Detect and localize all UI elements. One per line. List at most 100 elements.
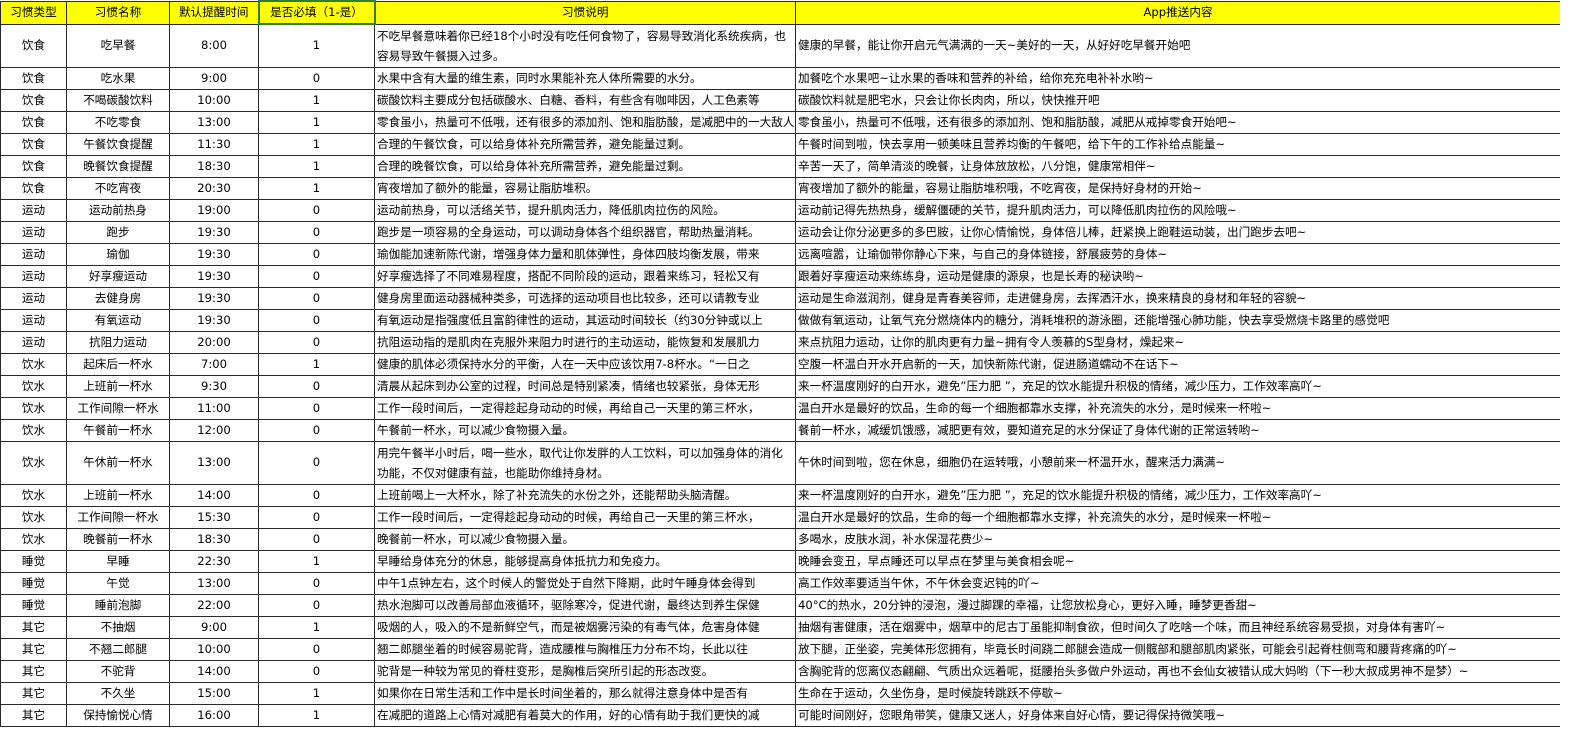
cell-default-time[interactable]: 19:30	[169, 286, 259, 310]
cell-description[interactable]: 水果中含有大量的维生素，同时水果能补充人体所需要的水分。	[374, 66, 796, 90]
cell-habit-type[interactable]: 饮水	[0, 396, 67, 420]
cell-habit-type[interactable]: 饮水	[0, 352, 67, 376]
cell-required[interactable]: 1	[258, 615, 375, 639]
cell-description[interactable]: 合理的午餐饮食，可以给身体补充所需营养，避免能量过剩。	[374, 132, 796, 156]
cell-habit-name[interactable]: 午休前一杯水	[66, 440, 170, 485]
cell-required[interactable]: 0	[258, 286, 375, 310]
cell-description[interactable]: 好享瘦选择了不同难易程度，搭配不同阶段的运动，跟着来练习，轻松又有	[374, 264, 796, 288]
cell-default-time[interactable]: 20:00	[169, 330, 259, 354]
cell-required[interactable]: 0	[258, 308, 375, 332]
cell-habit-name[interactable]: 去健身房	[66, 286, 170, 310]
cell-habit-name[interactable]: 不吃宵夜	[66, 176, 170, 200]
cell-push-content[interactable]: 运动是生命滋润剂，健身是青春美容师，走进健身房，去挥洒汗水，换来精良的身材和年轻…	[795, 286, 1561, 310]
cell-habit-type[interactable]: 饮水	[0, 374, 67, 398]
cell-default-time[interactable]: 14:00	[169, 483, 259, 507]
cell-habit-type[interactable]: 饮水	[0, 440, 67, 485]
cell-default-time[interactable]: 15:00	[169, 681, 259, 705]
cell-required[interactable]: 0	[258, 571, 375, 595]
cell-default-time[interactable]: 15:30	[169, 505, 259, 529]
cell-habit-name[interactable]: 上班前一杯水	[66, 483, 170, 507]
cell-habit-name[interactable]: 抗阻力运动	[66, 330, 170, 354]
cell-default-time[interactable]: 16:00	[169, 703, 259, 727]
cell-default-time[interactable]: 7:00	[169, 352, 259, 376]
cell-required[interactable]: 0	[258, 66, 375, 90]
cell-description[interactable]: 运动前热身，可以活络关节，提升肌肉活力，降低肌肉拉伤的风险。	[374, 198, 796, 222]
cell-habit-name[interactable]: 运动前热身	[66, 198, 170, 222]
cell-required[interactable]: 0	[258, 220, 375, 244]
cell-habit-type[interactable]: 睡觉	[0, 593, 67, 617]
cell-push-content[interactable]: 运动会让你分泌更多的多巴胺，让你心情愉悦，身体倍儿棒，赶紧换上跑鞋运动装，出门跑…	[795, 220, 1561, 244]
cell-description[interactable]: 工作一段时间后，一定得趁起身动动的时候，再给自己一天里的第三杯水，	[374, 396, 796, 420]
cell-default-time[interactable]: 19:30	[169, 242, 259, 266]
cell-description[interactable]: 如果你在日常生活和工作中是长时间坐着的，那么就得注意身体中是否有	[374, 681, 796, 705]
cell-default-time[interactable]: 11:00	[169, 396, 259, 420]
cell-push-content[interactable]: 生命在于运动，久坐伤身，是时候旋转跳跃不停歇~	[795, 681, 1561, 705]
cell-habit-type[interactable]: 饮水	[0, 527, 67, 551]
cell-required[interactable]: 1	[258, 352, 375, 376]
cell-habit-type[interactable]: 运动	[0, 286, 67, 310]
cell-required[interactable]: 1	[258, 681, 375, 705]
cell-habit-name[interactable]: 保持愉悦心情	[66, 703, 170, 727]
cell-push-content[interactable]: 加餐吃个水果吧~让水果的香味和营养的补给，给你充充电补补水哟~	[795, 66, 1561, 90]
cell-required[interactable]: 0	[258, 527, 375, 551]
cell-required[interactable]: 0	[258, 418, 375, 442]
cell-description[interactable]: 上班前喝上一大杯水，除了补充流失的水份之外，还能帮助头脑清醒。	[374, 483, 796, 507]
cell-habit-type[interactable]: 饮食	[0, 66, 67, 90]
cell-habit-name[interactable]: 有氧运动	[66, 308, 170, 332]
cell-habit-name[interactable]: 好享瘦运动	[66, 264, 170, 288]
cell-description[interactable]: 晚餐前一杯水，可以减少食物摄入量。	[374, 527, 796, 551]
cell-push-content[interactable]: 餐前一杯水，减缓饥饿感，减肥更有效，要知道充足的水分保证了身体代谢的正常运转哟~	[795, 418, 1561, 442]
cell-default-time[interactable]: 19:30	[169, 264, 259, 288]
header-habit-type[interactable]: 习惯类型	[0, 0, 67, 25]
cell-description[interactable]: 健康的肌体必须保持水分的平衡，人在一天中应该饮用7-8杯水。“一日之	[374, 352, 796, 376]
cell-required[interactable]: 1	[258, 549, 375, 573]
cell-habit-type[interactable]: 饮水	[0, 505, 67, 529]
cell-push-content[interactable]: 高工作效率要适当午休，不午休会变迟钝的吖~	[795, 571, 1561, 595]
cell-habit-name[interactable]: 跑步	[66, 220, 170, 244]
cell-default-time[interactable]: 22:00	[169, 593, 259, 617]
cell-description[interactable]: 工作一段时间后，一定得趁起身动动的时候，再给自己一天里的第三杯水，	[374, 505, 796, 529]
cell-required[interactable]: 1	[258, 154, 375, 178]
cell-push-content[interactable]: 跟着好享瘦运动来练练身，运动是健康的源泉，也是长寿的秘诀哟~	[795, 264, 1561, 288]
cell-required[interactable]: 0	[258, 198, 375, 222]
cell-habit-name[interactable]: 睡前泡脚	[66, 593, 170, 617]
cell-habit-name[interactable]: 不久坐	[66, 681, 170, 705]
cell-default-time[interactable]: 18:30	[169, 154, 259, 178]
cell-habit-type[interactable]: 饮食	[0, 154, 67, 178]
cell-description[interactable]: 抗阻运动指的是肌肉在克服外来阻力时进行的主动运动，能恢复和发展肌力	[374, 330, 796, 354]
cell-habit-name[interactable]: 午餐前一杯水	[66, 418, 170, 442]
cell-push-content[interactable]: 健康的早餐，能让你开启元气满满的一天~美好的一天，从好好吃早餐开始吧	[795, 23, 1561, 68]
cell-description[interactable]: 早睡给身体充分的休息，能够提高身体抵抗力和免疫力。	[374, 549, 796, 573]
cell-description[interactable]: 零食虽小，热量可不低哦，还有很多的添加剂、饱和脂肪酸，是减肥中的一大敌人	[374, 110, 796, 134]
cell-habit-name[interactable]: 吃早餐	[66, 23, 170, 68]
cell-default-time[interactable]: 9:00	[169, 66, 259, 90]
cell-default-time[interactable]: 13:00	[169, 571, 259, 595]
cell-push-content[interactable]: 午餐时间到啦，快去享用一顿美味且营养均衡的午餐吧，给下午的工作补给点能量~	[795, 132, 1561, 156]
cell-habit-type[interactable]: 饮水	[0, 418, 67, 442]
cell-push-content[interactable]: 午休时间到啦，您在休息，细胞仍在运转哦，小憩前来一杯温开水，醒来活力满满~	[795, 440, 1561, 485]
cell-push-content[interactable]: 远离喧嚣，让瑜伽带你静心下来，与自己的身体链接，舒展疲劳的身体~	[795, 242, 1561, 266]
cell-habit-type[interactable]: 运动	[0, 264, 67, 288]
cell-habit-type[interactable]: 运动	[0, 330, 67, 354]
cell-default-time[interactable]: 19:30	[169, 308, 259, 332]
cell-habit-name[interactable]: 起床后一杯水	[66, 352, 170, 376]
cell-default-time[interactable]: 22:30	[169, 549, 259, 573]
cell-push-content[interactable]: 抽烟有害健康，活在烟雾中，烟草中的尼古丁虽能抑制食欲，但时间久了吃啥一个味，而且…	[795, 615, 1561, 639]
cell-required[interactable]: 1	[258, 176, 375, 200]
cell-default-time[interactable]: 18:30	[169, 527, 259, 551]
cell-habit-type[interactable]: 饮食	[0, 176, 67, 200]
cell-habit-name[interactable]: 不吃零食	[66, 110, 170, 134]
cell-habit-name[interactable]: 工作间隙一杯水	[66, 505, 170, 529]
cell-required[interactable]: 1	[258, 703, 375, 727]
cell-required[interactable]: 0	[258, 264, 375, 288]
cell-habit-type[interactable]: 运动	[0, 220, 67, 244]
cell-habit-type[interactable]: 睡觉	[0, 571, 67, 595]
cell-push-content[interactable]: 宵夜增加了额外的能量，容易让脂肪堆积哦，不吃宵夜，是保持好身材的开始~	[795, 176, 1561, 200]
cell-push-content[interactable]: 运动前记得先热热身，缓解僵硬的关节，提升肌肉活力，可以降低肌肉拉伤的风险哦~	[795, 198, 1561, 222]
cell-description[interactable]: 驼背是一种较为常见的脊柱变形，是胸椎后突所引起的形态改变。	[374, 659, 796, 683]
cell-default-time[interactable]: 9:00	[169, 615, 259, 639]
cell-push-content[interactable]: 辛苦一天了，简单清淡的晚餐，让身体放放松，八分饱，健康常相伴~	[795, 154, 1561, 178]
cell-required[interactable]: 1	[258, 110, 375, 134]
cell-push-content[interactable]: 空腹一杯温白开水开启新的一天，加快新陈代谢，促进肠道蠕动不在话下~	[795, 352, 1561, 376]
cell-required[interactable]: 1	[258, 23, 375, 68]
